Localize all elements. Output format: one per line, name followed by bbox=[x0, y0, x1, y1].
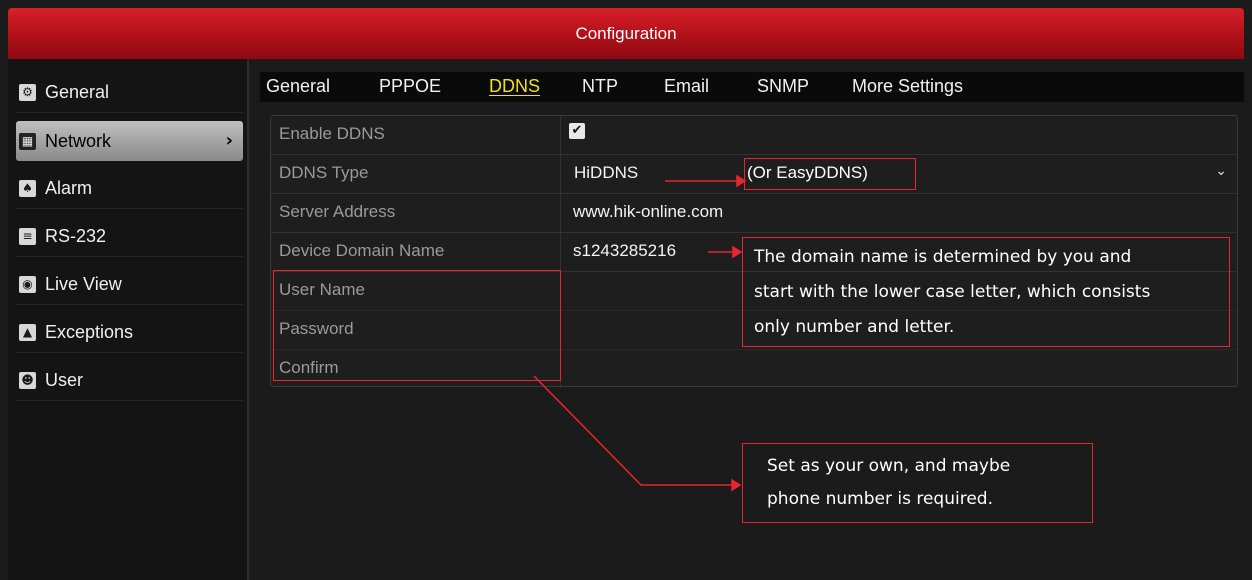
domain-arrow-head bbox=[732, 245, 743, 259]
credentials-arrow-line bbox=[533, 375, 733, 486]
ddns-type-arrow-head bbox=[736, 174, 747, 188]
annotation-arrows bbox=[533, 174, 747, 492]
credentials-arrow-head bbox=[731, 478, 742, 492]
